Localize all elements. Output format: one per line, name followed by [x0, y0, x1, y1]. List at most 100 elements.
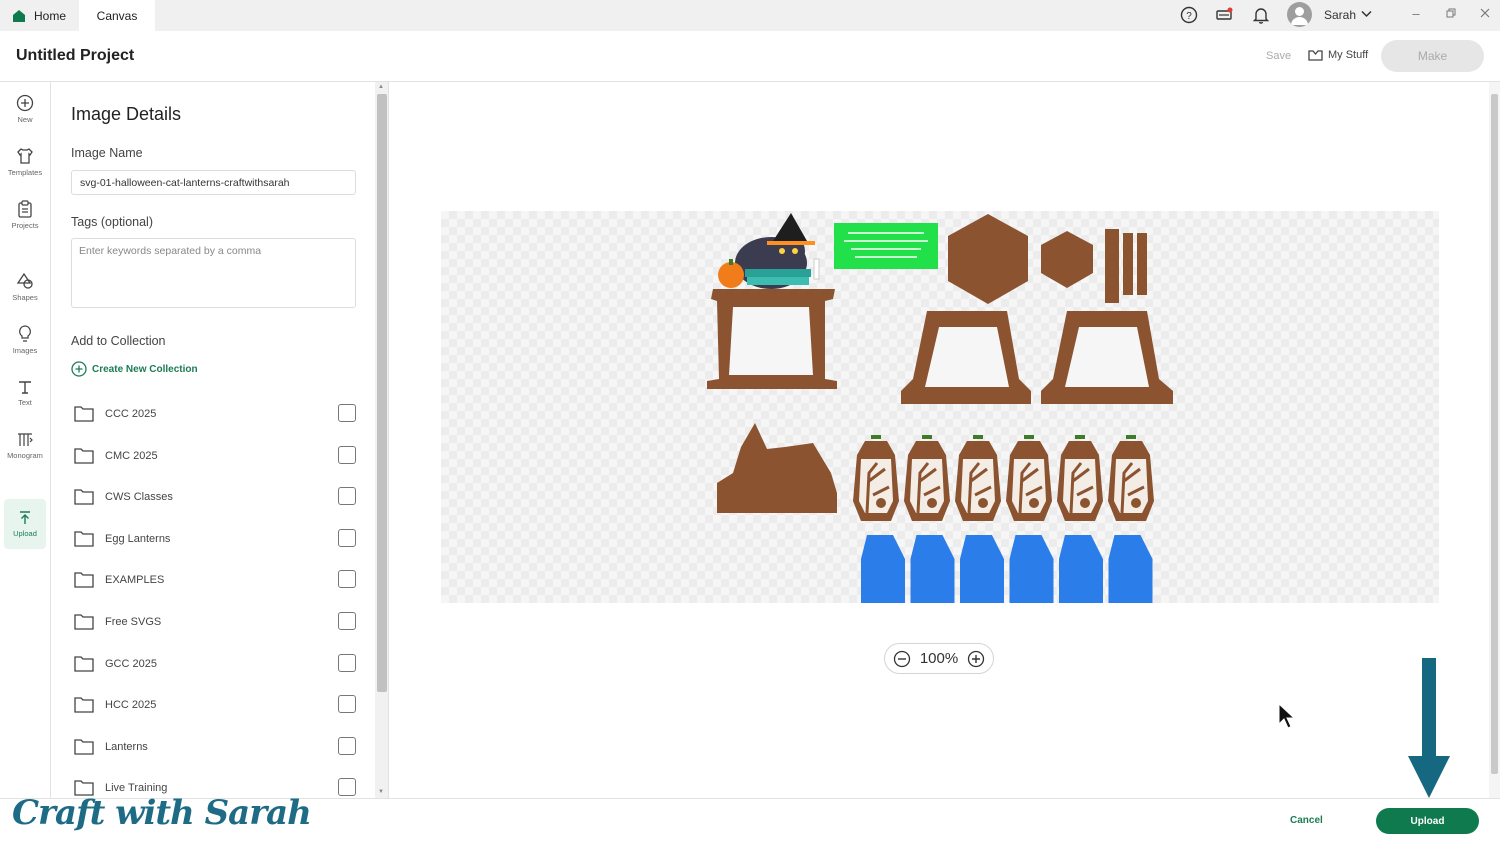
collection-name: CCC 2025: [105, 408, 157, 420]
close-window-button[interactable]: [1477, 6, 1493, 22]
my-stuff-button[interactable]: My Stuff: [1308, 48, 1368, 61]
tab-canvas[interactable]: Canvas: [79, 0, 155, 31]
cat-silhouette-piece: [717, 423, 837, 513]
cancel-button[interactable]: Cancel: [1290, 815, 1323, 826]
large-hexagon-piece: [948, 214, 1028, 304]
add-to-collection-label: Add to Collection: [71, 334, 166, 348]
zoom-in-icon[interactable]: [967, 650, 985, 668]
tab-home[interactable]: Home: [0, 0, 79, 31]
collection-row[interactable]: GCC 2025: [71, 650, 358, 680]
collection-row[interactable]: CCC 2025: [71, 400, 358, 430]
save-button[interactable]: Save: [1266, 50, 1291, 62]
collection-checkbox[interactable]: [338, 487, 356, 506]
scroll-down-arrow-icon[interactable]: ▼: [378, 789, 384, 795]
blue-panel-piece: [1059, 535, 1103, 603]
create-new-collection-button[interactable]: Create New Collection: [71, 361, 198, 377]
blue-panel-piece: [1009, 535, 1054, 603]
collection-checkbox[interactable]: [338, 653, 356, 672]
collection-checkbox[interactable]: [338, 404, 356, 422]
image-name-label: Image Name: [71, 146, 143, 160]
canvas-area[interactable]: 100%: [390, 82, 1488, 798]
collection-checkbox[interactable]: [338, 570, 356, 589]
rail-item-new[interactable]: New: [0, 84, 50, 134]
minimize-button[interactable]: –: [1408, 6, 1424, 22]
frame-piece-2: [1041, 311, 1173, 404]
folder-icon: [74, 531, 94, 547]
image-details-panel: Image Details Image Name Tags (optional)…: [52, 82, 374, 798]
green-note-piece: [834, 223, 938, 269]
rail-item-projects[interactable]: Projects: [0, 190, 50, 240]
collection-row[interactable]: Egg Lanterns: [71, 525, 358, 555]
rail-item-monogram[interactable]: Monogram: [0, 421, 50, 471]
blue-panel-piece: [861, 535, 905, 603]
chevron-down-icon[interactable]: [1361, 10, 1372, 18]
collection-name: CMC 2025: [105, 449, 158, 462]
folder-icon: [74, 697, 94, 713]
rail-label-upload: Upload: [13, 529, 37, 538]
collection-row[interactable]: EXAMPLES: [71, 566, 358, 596]
rail-item-images[interactable]: Images: [0, 315, 50, 365]
plus-circle-icon: [16, 94, 34, 112]
user-name[interactable]: Sarah: [1324, 8, 1356, 22]
collection-checkbox[interactable]: [338, 778, 356, 797]
rail-label-templates: Templates: [7, 168, 43, 177]
my-stuff-label: My Stuff: [1328, 48, 1369, 61]
collection-row[interactable]: Free SVGS: [71, 608, 358, 638]
rail-item-templates[interactable]: Templates: [0, 137, 50, 187]
panel-scrollbar[interactable]: ▲ ▼: [375, 82, 389, 798]
folder-icon: [74, 572, 94, 589]
rail-label-new: New: [17, 115, 33, 124]
rail-item-shapes[interactable]: Shapes: [0, 262, 50, 312]
lantern-panel-piece: [955, 435, 1001, 521]
canvas-scrollbar-thumb[interactable]: [1491, 94, 1498, 774]
collection-checkbox[interactable]: [338, 445, 356, 464]
tags-input[interactable]: [71, 238, 356, 308]
avatar[interactable]: [1287, 2, 1312, 27]
canvas-scrollbar[interactable]: [1489, 82, 1500, 798]
tab-home-label: Home: [34, 8, 67, 23]
help-icon[interactable]: ?: [1179, 5, 1199, 25]
restore-button[interactable]: [1443, 6, 1459, 22]
text-icon: [19, 381, 31, 394]
frame-piece-1: [901, 311, 1031, 404]
rail-label-images: Images: [12, 346, 38, 355]
rail-item-text[interactable]: Text: [0, 368, 50, 418]
rail-item-upload[interactable]: Upload: [4, 499, 46, 549]
svg-text:?: ?: [1186, 11, 1192, 22]
collection-checkbox[interactable]: [338, 612, 356, 630]
project-title[interactable]: Untitled Project: [16, 47, 134, 65]
craft-with-sarah-watermark: Craft with Sarah: [12, 793, 312, 833]
upload-button[interactable]: Upload: [1376, 808, 1479, 834]
folder-icon: [74, 489, 94, 505]
zoom-out-icon[interactable]: [893, 650, 911, 668]
collection-checkbox[interactable]: [338, 736, 356, 755]
blue-panel-piece: [910, 535, 955, 603]
collection-name: EXAMPLES: [105, 574, 165, 587]
collection-name: Lanterns: [105, 740, 148, 753]
collection-row[interactable]: CMC 2025: [71, 442, 358, 472]
cat-table-piece: [707, 213, 837, 389]
blue-panel-piece: [1108, 535, 1153, 603]
inbox-icon: [1308, 50, 1323, 61]
collection-row[interactable]: Lanterns: [71, 733, 358, 763]
monogram-icon: [18, 433, 33, 446]
home-icon: [13, 9, 25, 22]
panel-scrollbar-thumb[interactable]: [377, 94, 387, 692]
folder-icon: [74, 614, 94, 630]
collection-checkbox[interactable]: [338, 695, 356, 714]
rail-label-shapes: Shapes: [12, 293, 38, 302]
image-name-input[interactable]: [71, 170, 356, 195]
down-arrow-annotation-icon: [1408, 658, 1450, 798]
lantern-panels-group: [853, 435, 1154, 521]
zoom-control: 100%: [884, 643, 994, 674]
collection-checkbox[interactable]: [338, 528, 356, 547]
rail-label-projects: Projects: [11, 221, 39, 230]
plus-circle-icon: [71, 361, 87, 377]
collection-row[interactable]: CWS Classes: [71, 483, 358, 513]
machine-icon[interactable]: [1214, 5, 1234, 25]
blue-panels-group: [861, 535, 1153, 603]
scroll-up-arrow-icon[interactable]: ▲: [378, 84, 384, 90]
make-button[interactable]: Make: [1381, 40, 1484, 72]
notification-bell-icon[interactable]: [1251, 5, 1271, 25]
collection-row[interactable]: HCC 2025: [71, 691, 358, 721]
